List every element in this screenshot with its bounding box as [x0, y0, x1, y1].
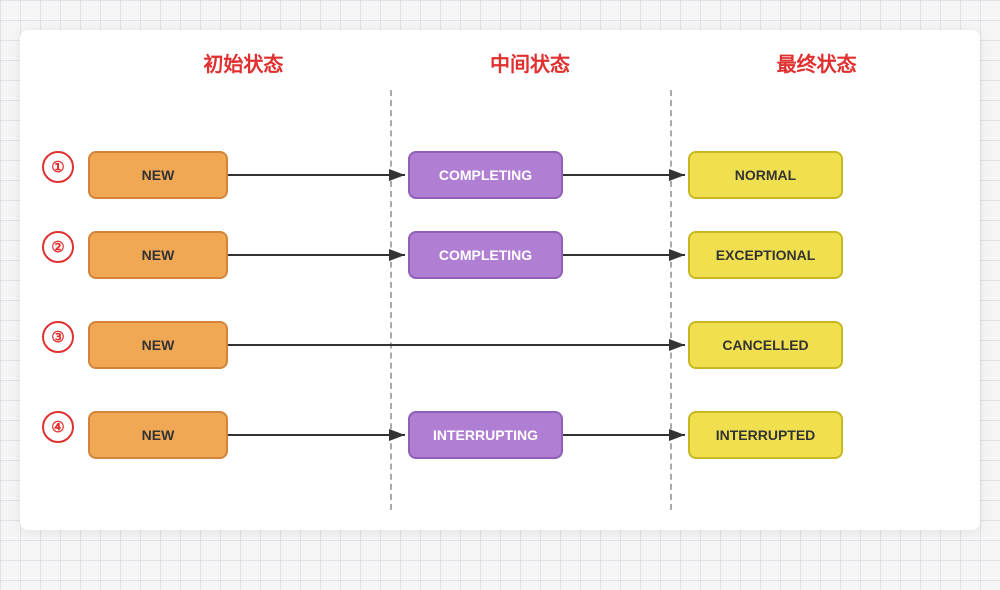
column-headers: 初始状态 中间状态 最终状态 [100, 48, 960, 77]
row-num-4: ④ [42, 411, 74, 443]
row1-start: NEW [88, 151, 228, 199]
row3-start: NEW [88, 321, 228, 369]
col-header-middle: 中间状态 [387, 48, 674, 77]
row4-start: NEW [88, 411, 228, 459]
row4-middle: INTERRUPTING [408, 411, 563, 459]
row2-middle: COMPLETING [408, 231, 563, 279]
diagram-container: 初始状态 中间状态 最终状态 ① NEW COMPLETING NORMAL ②… [20, 30, 980, 530]
col-header-final: 最终状态 [673, 48, 960, 77]
row2-start: NEW [88, 231, 228, 279]
row2-end: EXCEPTIONAL [688, 231, 843, 279]
divider-2 [670, 90, 672, 510]
col-header-initial: 初始状态 [100, 48, 387, 77]
row3-end: CANCELLED [688, 321, 843, 369]
row-num-2: ② [42, 231, 74, 263]
divider-1 [390, 90, 392, 510]
row1-end: NORMAL [688, 151, 843, 199]
row-num-1: ① [42, 151, 74, 183]
row-num-3: ③ [42, 321, 74, 353]
row4-end: INTERRUPTED [688, 411, 843, 459]
row1-middle: COMPLETING [408, 151, 563, 199]
